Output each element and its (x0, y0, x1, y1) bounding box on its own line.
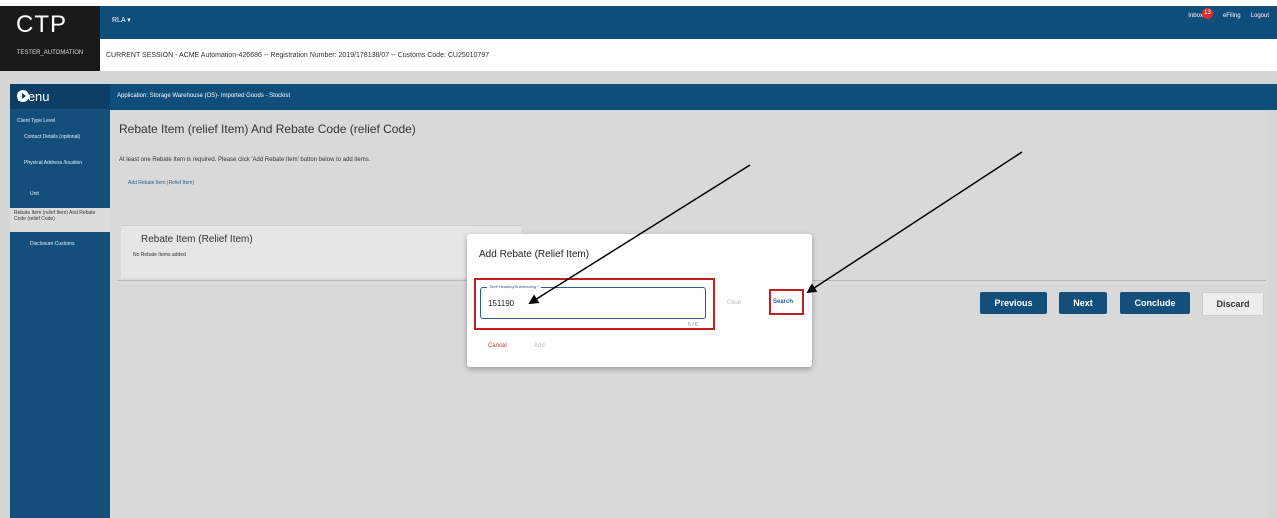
arrow-to-search (806, 151, 1023, 294)
annotation-arrows (528, 151, 1023, 305)
arrow-to-field (528, 164, 751, 305)
